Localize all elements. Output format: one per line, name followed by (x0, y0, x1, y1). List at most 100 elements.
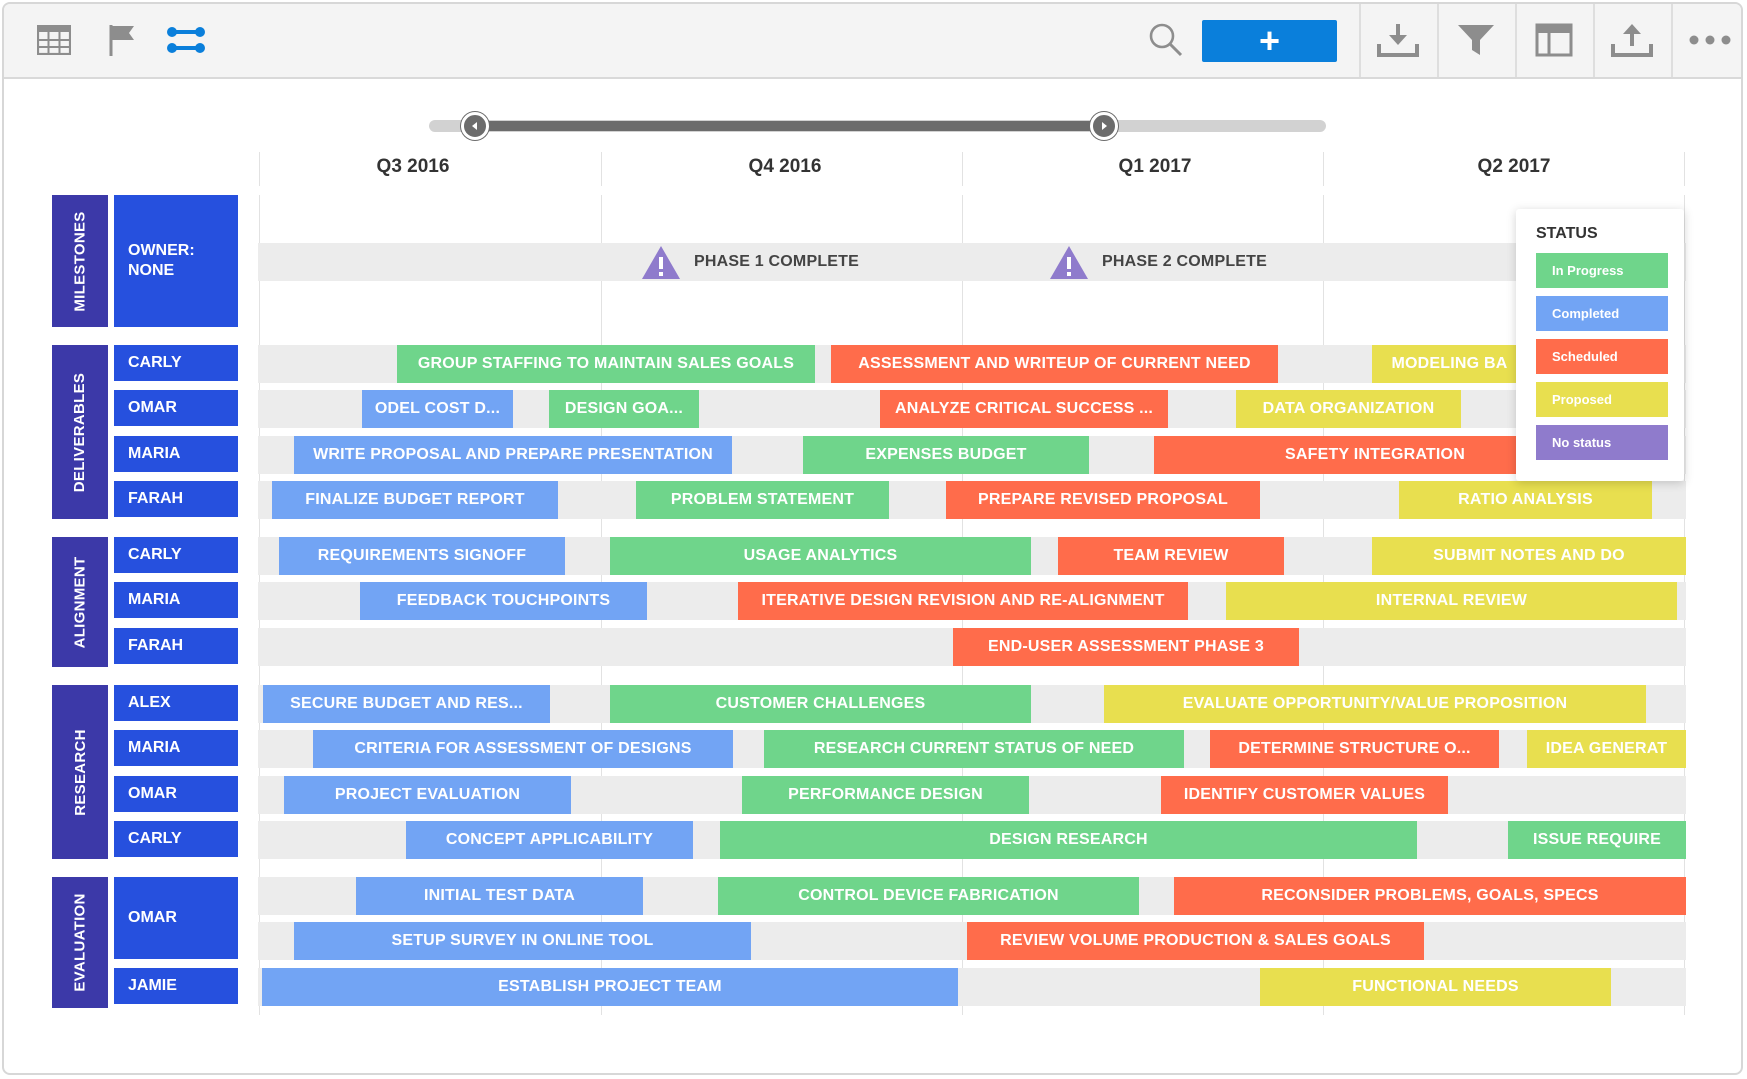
legend-item-in-progress[interactable]: In Progress (1536, 253, 1668, 288)
task-bar[interactable]: GROUP STAFFING TO MAINTAIN SALES GOALS (397, 345, 815, 383)
task-bar[interactable]: ASSESSMENT AND WRITEUP OF CURRENT NEED (831, 345, 1278, 383)
task-bar[interactable]: EVALUATE OPPORTUNITY/VALUE PROPOSITION (1104, 685, 1646, 723)
task-bar[interactable]: INITIAL TEST DATA (356, 877, 643, 915)
task-bar[interactable]: REQUIREMENTS SIGNOFF (279, 537, 565, 575)
slider-start-handle[interactable] (461, 112, 489, 140)
legend-item-proposed[interactable]: Proposed (1536, 382, 1668, 417)
task-bar[interactable]: DESIGN GOA... (549, 390, 699, 428)
owner-carly[interactable]: CARLY (114, 821, 238, 857)
milestone-item[interactable]: PHASE 1 COMPLETE (640, 243, 859, 281)
quarter-divider (1684, 152, 1685, 186)
slider-end-handle[interactable] (1090, 112, 1118, 140)
owner-carly[interactable]: CARLY (114, 345, 238, 381)
task-bar[interactable]: ISSUE REQUIRE (1508, 821, 1686, 859)
group-label-alignment: ALIGNMENT (52, 537, 108, 667)
task-bar[interactable]: CONCEPT APPLICABILITY (406, 821, 693, 859)
task-bar[interactable]: SUBMIT NOTES AND DO (1372, 537, 1686, 575)
flag-icon[interactable] (98, 16, 146, 64)
task-bar[interactable]: PERFORMANCE DESIGN (742, 776, 1029, 814)
task-bar[interactable]: WRITE PROPOSAL AND PREPARE PRESENTATION (294, 436, 732, 474)
owner-omar[interactable]: OMAR (114, 776, 238, 812)
owner-omar[interactable]: OMAR (114, 877, 238, 959)
quarter-divider (601, 152, 602, 186)
task-bar[interactable]: IDENTIFY CUSTOMER VALUES (1161, 776, 1448, 814)
add-button[interactable]: + (1202, 20, 1337, 62)
timeline-icon[interactable] (162, 16, 210, 64)
task-bar[interactable]: FEEDBACK TOUCHPOINTS (360, 582, 647, 620)
task-bar[interactable]: USAGE ANALYTICS (610, 537, 1031, 575)
timeline-slider-range[interactable] (474, 121, 1104, 131)
group-label-text: DELIVERABLES (71, 372, 89, 492)
task-bar[interactable]: MODELING BA (1372, 345, 1527, 383)
quarter-divider (962, 152, 963, 186)
quarter-label: Q2 2017 (1477, 156, 1551, 177)
task-bar[interactable]: END-USER ASSESSMENT PHASE 3 (953, 628, 1299, 666)
task-bar[interactable]: EXPENSES BUDGET (803, 436, 1089, 474)
task-bar[interactable]: PROBLEM STATEMENT (636, 481, 889, 519)
task-bar[interactable]: CUSTOMER CHALLENGES (610, 685, 1031, 723)
milestone-item[interactable]: PHASE 2 COMPLETE (1048, 243, 1267, 281)
owner-maria[interactable]: MARIA (114, 730, 238, 766)
task-bar[interactable]: FINALIZE BUDGET REPORT (272, 481, 558, 519)
layout-icon[interactable] (1530, 16, 1578, 64)
quarter-divider (1323, 152, 1324, 186)
roadmap-window: + Q3 2016 Q4 2016 Q1 2017 Q2 2017 MILEST… (2, 2, 1743, 1075)
task-bar[interactable]: SECURE BUDGET AND RES... (263, 685, 550, 723)
grid-icon[interactable] (30, 16, 78, 64)
toolbar-divider (1515, 4, 1517, 77)
toolbar-divider (1359, 4, 1361, 77)
filter-icon[interactable] (1452, 16, 1500, 64)
legend-item-scheduled[interactable]: Scheduled (1536, 339, 1668, 374)
task-bar[interactable]: IDEA GENERAT (1527, 730, 1686, 768)
task-bar[interactable]: CRITERIA FOR ASSESSMENT OF DESIGNS (313, 730, 733, 768)
task-bar[interactable]: REVIEW VOLUME PRODUCTION & SALES GOALS (967, 922, 1424, 960)
legend-item-completed[interactable]: Completed (1536, 296, 1668, 331)
task-bar[interactable]: RECONSIDER PROBLEMS, GOALS, SPECS (1174, 877, 1686, 915)
task-bar[interactable]: ANALYZE CRITICAL SUCCESS ... (880, 390, 1168, 428)
owner-jamie[interactable]: JAMIE (114, 968, 238, 1004)
task-bar[interactable]: TEAM REVIEW (1058, 537, 1284, 575)
milestone-label: PHASE 2 COMPLETE (1102, 253, 1268, 270)
task-bar[interactable]: RATIO ANALYSIS (1399, 481, 1652, 519)
quarter-label: Q3 2016 (376, 156, 450, 177)
owner-farah[interactable]: FARAH (114, 628, 238, 664)
task-bar[interactable]: INTERNAL REVIEW (1226, 582, 1677, 620)
upload-icon[interactable] (1608, 16, 1656, 64)
owner-carly[interactable]: CARLY (114, 537, 238, 573)
task-bar[interactable]: PROJECT EVALUATION (284, 776, 571, 814)
task-bar[interactable]: DETERMINE STRUCTURE O... (1210, 730, 1499, 768)
task-bar[interactable]: PREPARE REVISED PROPOSAL (946, 481, 1260, 519)
task-bar[interactable]: DESIGN RESEARCH (720, 821, 1417, 859)
toolbar-divider (1671, 4, 1673, 77)
status-legend: STATUS In Progress Completed Scheduled Prop… (1516, 209, 1684, 481)
task-bar[interactable]: FUNCTIONAL NEEDS (1260, 968, 1611, 1006)
owner-alex[interactable]: ALEX (114, 685, 238, 721)
group-label-text: EVALUATION (71, 893, 89, 992)
group-label-text: RESEARCH (71, 728, 89, 816)
task-bar[interactable]: SETUP SURVEY IN ONLINE TOOL (294, 922, 751, 960)
group-label-evaluation: EVALUATION (52, 877, 108, 1008)
owner-omar[interactable]: OMAR (114, 390, 238, 426)
owner-maria[interactable]: MARIA (114, 582, 238, 618)
task-bar[interactable]: DATA ORGANIZATION (1236, 390, 1461, 428)
quarter-divider (259, 152, 260, 186)
task-bar[interactable]: ESTABLISH PROJECT TEAM (262, 968, 958, 1006)
task-bar[interactable]: CONTROL DEVICE FABRICATION (718, 877, 1139, 915)
task-bar[interactable]: RESEARCH CURRENT STATUS OF NEED (764, 730, 1184, 768)
milestone-label: PHASE 1 COMPLETE (694, 253, 860, 270)
task-bar[interactable]: ITERATIVE DESIGN REVISION AND RE-ALIGNME… (738, 582, 1188, 620)
toolbar-divider (1437, 4, 1439, 77)
owner-farah[interactable]: FARAH (114, 481, 238, 517)
warning-icon (1050, 246, 1088, 279)
legend-title: STATUS (1536, 225, 1598, 242)
legend-item-no-status[interactable]: No status (1536, 425, 1668, 460)
group-label-text: MILESTONES (71, 210, 89, 312)
milestone-row (258, 243, 1686, 281)
download-icon[interactable] (1374, 16, 1422, 64)
group-label-milestones: MILESTONES (52, 195, 108, 327)
more-icon[interactable] (1686, 16, 1734, 64)
task-bar[interactable]: ODEL COST D... (362, 390, 513, 428)
search-icon[interactable] (1142, 16, 1190, 64)
owner-maria[interactable]: MARIA (114, 436, 238, 472)
quarter-label: Q1 2017 (1118, 156, 1192, 177)
